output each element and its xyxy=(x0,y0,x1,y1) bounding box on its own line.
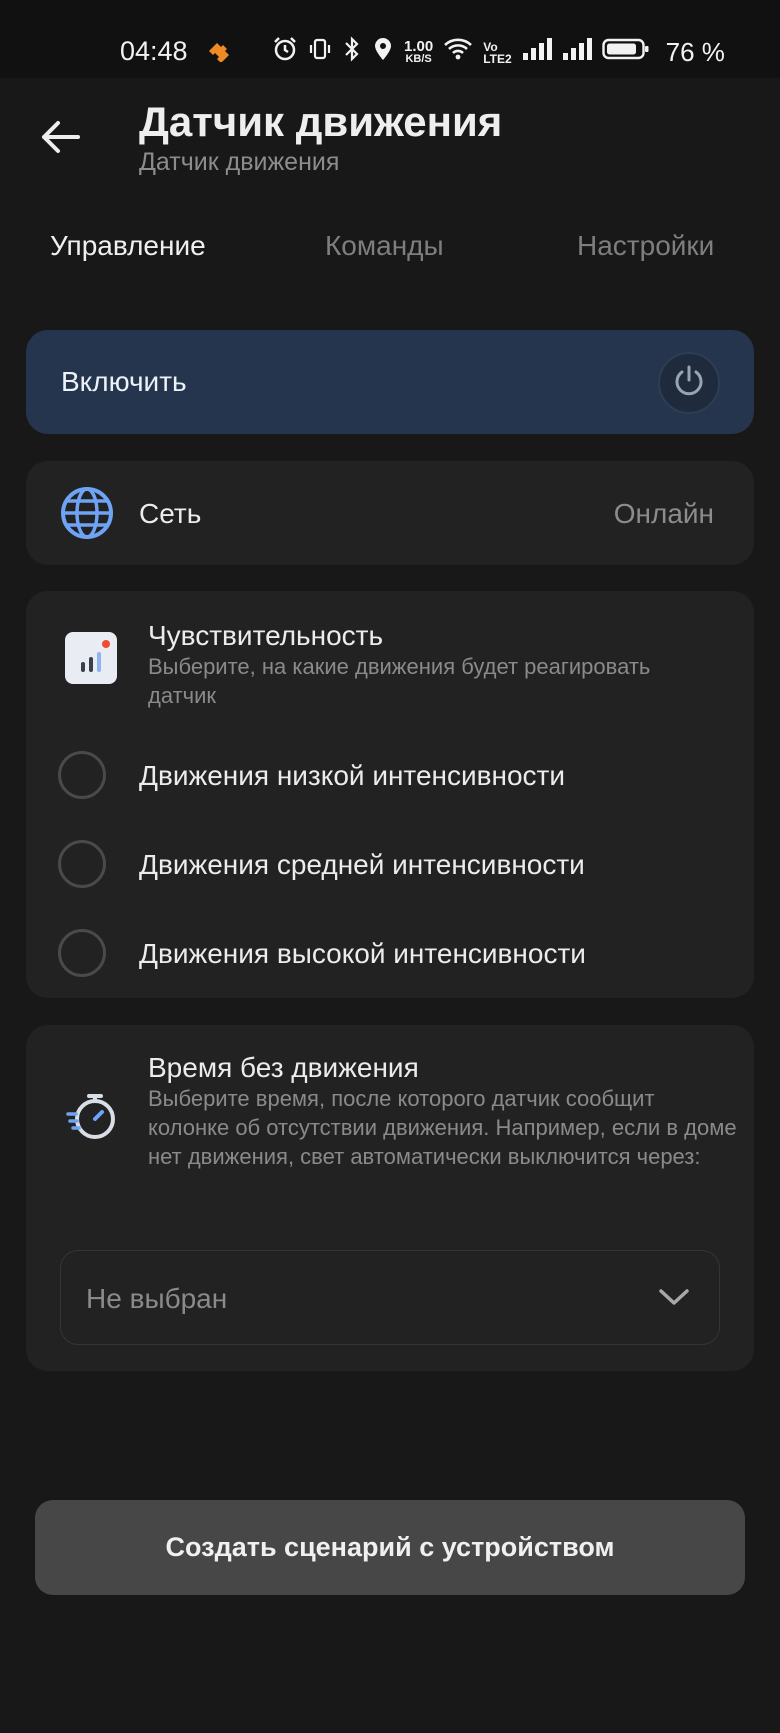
power-icon xyxy=(672,364,706,403)
status-time: 04:48 xyxy=(120,36,188,66)
sensitivity-card: Чувствительность Выберите, на какие движ… xyxy=(26,591,754,998)
volte-line2: LTE2 xyxy=(483,51,512,66)
radio-option-high[interactable]: Движения высокой интенсивности xyxy=(58,923,738,983)
battery-icon xyxy=(601,37,650,68)
signal-bars-icon xyxy=(65,632,117,684)
network-speed-value: 1.00 xyxy=(404,37,434,55)
app-header: Датчик движения Датчик движения xyxy=(0,78,780,188)
radio-label: Движения низкой интенсивности xyxy=(139,760,565,791)
network-speed-unit: KB/S xyxy=(405,52,432,65)
radio-circle[interactable] xyxy=(58,840,106,888)
radio-label: Движения высокой интенсивности xyxy=(139,938,586,969)
network-label: Сеть xyxy=(139,498,202,529)
radio-circle[interactable] xyxy=(58,929,106,977)
power-button[interactable] xyxy=(658,352,720,414)
volte-line1: Vo xyxy=(483,39,498,54)
tab-bar: Управление Команды Настройки xyxy=(0,222,780,272)
status-icons: 1.00 KB/S Vo LTE2 76 % xyxy=(272,36,725,69)
back-button[interactable] xyxy=(36,112,86,162)
network-status: Онлайн xyxy=(613,498,714,529)
wifi-icon xyxy=(443,37,473,68)
sensitivity-title: Чувствительность xyxy=(148,620,384,651)
tab-control[interactable]: Управление xyxy=(50,230,206,262)
network-card: Сеть Онлайн xyxy=(26,461,754,565)
sensitivity-description: Выберите, на какие движения будет реагир… xyxy=(148,654,651,708)
location-icon xyxy=(372,36,394,69)
volte-indicator: Vo LTE2 xyxy=(483,41,511,65)
signal-icon xyxy=(562,37,592,68)
tab-commands[interactable]: Команды xyxy=(325,230,444,262)
radio-option-low[interactable]: Движения низкой интенсивности xyxy=(58,745,738,805)
radio-option-medium[interactable]: Движения средней интенсивности xyxy=(58,834,738,894)
no-motion-time-card: Время без движения Выберите время, после… xyxy=(26,1025,754,1371)
radio-circle[interactable] xyxy=(58,751,106,799)
time-select[interactable]: Не выбран xyxy=(60,1250,720,1345)
alarm-icon xyxy=(272,36,298,69)
status-bar: 04:48 1.00 KB/S Vo LTE2 76 % xyxy=(0,0,780,78)
vibrate-icon xyxy=(308,37,332,68)
page-subtitle: Датчик движения xyxy=(139,148,340,176)
create-scenario-button[interactable]: Создать сценарий с устройством xyxy=(35,1500,745,1595)
signal-icon xyxy=(522,37,552,68)
stopwatch-icon xyxy=(64,1088,120,1149)
power-card[interactable]: Включить xyxy=(26,330,754,434)
app-notification-icon xyxy=(206,38,232,69)
no-motion-description: Выберите время, после которого датчик со… xyxy=(148,1086,737,1169)
bluetooth-icon xyxy=(342,36,362,69)
time-select-value: Не выбран xyxy=(86,1283,228,1314)
globe-icon xyxy=(60,486,114,545)
network-speed: 1.00 KB/S xyxy=(404,37,434,66)
tab-settings[interactable]: Настройки xyxy=(577,230,714,262)
radio-label: Движения средней интенсивности xyxy=(139,849,585,880)
battery-percent: 76 % xyxy=(665,37,725,67)
chevron-down-icon xyxy=(657,1285,691,1314)
arrow-left-icon xyxy=(36,121,86,166)
no-motion-title: Время без движения xyxy=(148,1052,419,1083)
create-scenario-label: Создать сценарий с устройством xyxy=(165,1532,615,1562)
power-label: Включить xyxy=(61,366,187,397)
page-title: Датчик движения xyxy=(139,98,503,145)
